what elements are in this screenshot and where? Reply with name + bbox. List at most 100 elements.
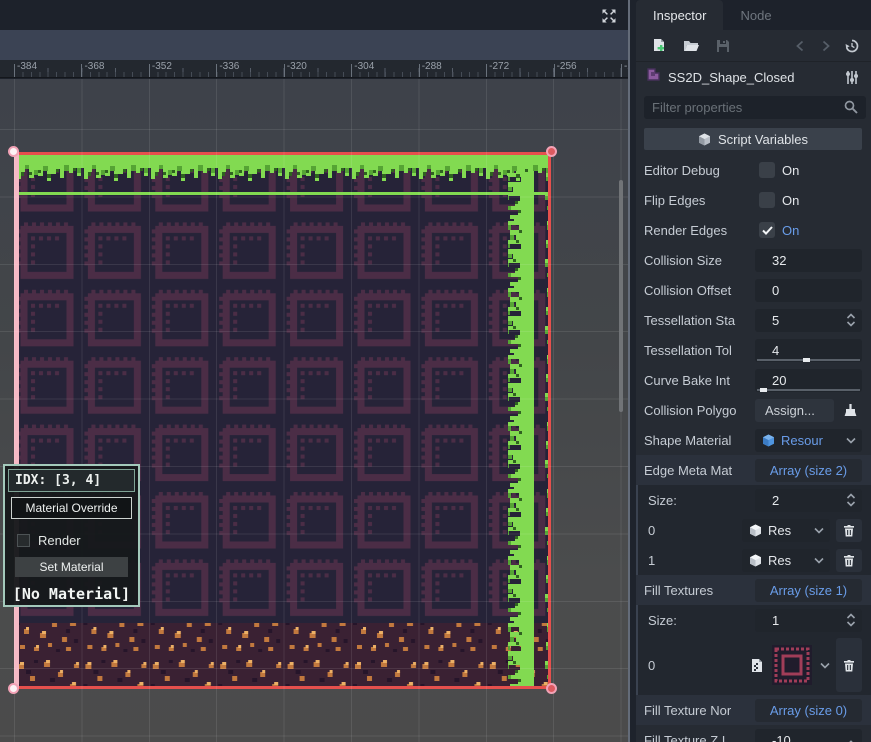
shape-material-resource[interactable]: Resour [755, 429, 862, 452]
ruler-label: -272 [489, 61, 509, 72]
viewport-2d[interactable]: -384-368-352-336-320-304-288-272-256-240 [0, 0, 628, 742]
tessellation-stages-spinbox[interactable]: 5 [755, 309, 862, 332]
section-script-variables[interactable]: Script Variables [644, 128, 862, 150]
chevron-down-icon [846, 437, 856, 444]
spin-updown-icon[interactable] [846, 613, 856, 630]
expand-icon[interactable] [600, 7, 618, 25]
history-back-icon[interactable] [789, 35, 811, 57]
save-resource-icon[interactable] [712, 35, 734, 57]
delete-item-icon[interactable] [836, 519, 862, 542]
texture-item-row: 0 [638, 635, 871, 695]
tab-node[interactable]: Node [723, 0, 788, 30]
tab-inspector[interactable]: Inspector [636, 0, 723, 30]
inspector-toolbar [636, 30, 871, 62]
edge-meta-size-spinbox[interactable]: 2 [755, 489, 862, 512]
edge-material-popup: IDX: [3, 4] Material Override Render Set… [3, 464, 140, 607]
render-checkbox[interactable] [17, 534, 30, 547]
fill-texture-thumbnail[interactable] [772, 645, 812, 685]
section-label: Script Variables [718, 132, 808, 147]
prop-label: Flip Edges [644, 193, 755, 208]
load-resource-icon[interactable] [680, 35, 702, 57]
edit-texture-icon[interactable] [746, 654, 768, 676]
ss2d-shape[interactable] [14, 152, 551, 689]
prop-label: Render Edges [644, 223, 755, 238]
ruler-tick [351, 64, 352, 77]
prop-label: Fill Texture Nor [644, 703, 755, 718]
fill-texture-normals-array-link[interactable]: Array (size 0) [755, 699, 862, 722]
collision-size-field[interactable]: 32 [755, 249, 862, 272]
checkbox-text: On [782, 193, 799, 208]
ruler-tick [81, 64, 82, 77]
prop-tessellation-stages: Tessellation Sta 5 [636, 305, 871, 335]
edge-meta-materials-group: Size: 2 0 Res [636, 485, 871, 575]
prop-label: Fill Textures [644, 583, 755, 598]
resource-cube-icon [762, 434, 775, 447]
edge-meta-item-0-resource[interactable]: Res [742, 519, 830, 542]
ruler-tick [216, 64, 217, 77]
checkbox-text: On [782, 163, 799, 178]
item-index: 1 [648, 553, 742, 568]
fill-textures-group: Size: 1 0 [636, 605, 871, 695]
assign-nodepath-button[interactable]: Assign... [755, 399, 834, 422]
slider-grabber[interactable] [803, 358, 810, 362]
prop-tessellation-tolerance: Tessellation Tol 4 [636, 335, 871, 365]
array-item-row: 0 Res [638, 515, 871, 545]
prop-shape-material: Shape Material Resour [636, 425, 871, 455]
shape-handle-bottom-left[interactable] [8, 683, 19, 694]
object-history-icon[interactable] [841, 35, 863, 57]
ruler-label: -240 [624, 61, 628, 72]
edge-meta-materials-array-link[interactable]: Array (size 2) [755, 459, 862, 482]
fill-texture-z-spinbox[interactable]: -10 [755, 729, 862, 742]
array-size-row: Size: 2 [638, 485, 871, 515]
collision-offset-field[interactable]: 0 [755, 279, 862, 302]
edge-meta-item-1-resource[interactable]: Res [742, 549, 830, 572]
ruler-label: -352 [152, 61, 172, 72]
fill-textures-array-link[interactable]: Array (size 1) [755, 579, 862, 602]
editor-top-strip [0, 0, 628, 30]
panel-splitter[interactable] [628, 0, 636, 742]
spin-updown-icon[interactable] [846, 313, 856, 330]
material-override-button[interactable]: Material Override [11, 497, 132, 519]
ruler-label: -320 [287, 61, 307, 72]
ruler-label: -304 [354, 61, 374, 72]
new-resource-icon[interactable] [648, 35, 670, 57]
shape-handle-top-left[interactable] [8, 146, 19, 157]
inspector-tabbar: Inspector Node [636, 0, 871, 30]
fill-textures-size-spinbox[interactable]: 1 [755, 609, 862, 632]
chevron-down-icon[interactable] [820, 656, 830, 674]
set-material-button[interactable]: Set Material [15, 557, 128, 577]
prop-label: Edge Meta Mat [644, 463, 755, 478]
filter-properties-input[interactable] [644, 96, 866, 119]
editor-debug-checkbox[interactable] [759, 162, 775, 178]
ruler-label: -256 [557, 61, 577, 72]
prop-fill-textures: Fill Textures Array (size 1) [636, 575, 871, 605]
checkbox-text: On [782, 223, 799, 238]
render-edges-checkbox[interactable] [759, 222, 775, 238]
ruler-label: -288 [422, 61, 442, 72]
curve-bake-interval-slider[interactable]: 20 [755, 369, 862, 392]
shape-handle-top-right[interactable] [546, 146, 557, 157]
cube-icon [698, 133, 711, 146]
spin-up-icon[interactable] [846, 735, 856, 742]
extra-tools-icon[interactable] [841, 66, 863, 88]
flip-edges-checkbox[interactable] [759, 192, 775, 208]
search-icon [844, 98, 862, 116]
ruler-label: -336 [219, 61, 239, 72]
delete-item-icon[interactable] [836, 638, 862, 692]
tessellation-tolerance-slider[interactable]: 4 [755, 339, 862, 362]
item-index: 0 [648, 658, 746, 673]
canvas-vertical-scrollbar[interactable] [619, 180, 623, 412]
delete-item-icon[interactable] [836, 549, 862, 572]
slider-grabber[interactable] [760, 388, 767, 392]
canvas-toolbar-strip [0, 30, 628, 60]
spin-updown-icon[interactable] [846, 493, 856, 510]
resource-cube-icon [749, 554, 762, 567]
prop-label: Tessellation Sta [644, 313, 755, 328]
clear-nodepath-icon[interactable] [838, 399, 862, 422]
shape-handle-bottom-right[interactable] [546, 683, 557, 694]
ruler-label: -384 [17, 61, 37, 72]
filter-row [636, 92, 871, 122]
ruler: -384-368-352-336-320-304-288-272-256-240 [0, 60, 628, 78]
history-forward-icon[interactable] [815, 35, 837, 57]
prop-label: Fill Texture Z I [644, 733, 755, 742]
